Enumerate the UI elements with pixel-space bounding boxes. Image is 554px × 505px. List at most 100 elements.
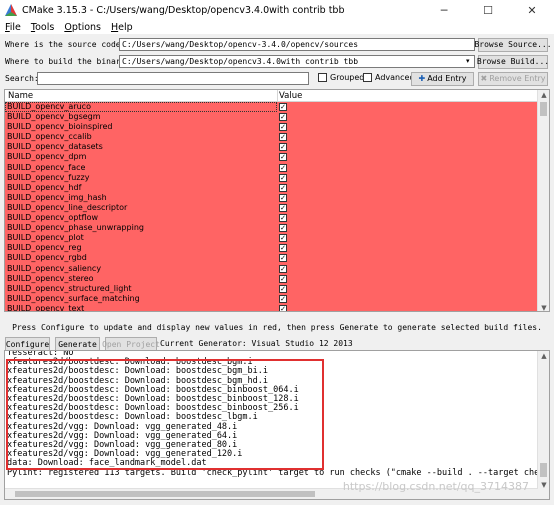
table-row[interactable]: BUILD_opencv_phase_unwrapping ✓ <box>5 223 538 233</box>
browse-source-button[interactable]: Browse Source... <box>474 37 552 52</box>
entry-value-checkbox[interactable]: ✓ <box>279 274 287 283</box>
table-row[interactable]: BUILD_opencv_ccalib ✓ <box>5 132 538 142</box>
entry-name: BUILD_opencv_structured_light <box>7 283 132 293</box>
entry-value-checkbox[interactable]: ✓ <box>279 183 287 192</box>
minimize-button[interactable]: ─ <box>422 0 466 20</box>
entry-name: BUILD_opencv_rgbd <box>7 253 87 263</box>
advanced-option[interactable]: Advanced <box>363 73 415 82</box>
table-row[interactable]: BUILD_opencv_surface_matching ✓ <box>5 294 538 304</box>
output-line: Pylint: registered 113 targets. Build 'c… <box>7 467 545 478</box>
table-row[interactable]: BUILD_opencv_img_hash ✓ <box>5 193 538 203</box>
table-row[interactable]: BUILD_opencv_saliency ✓ <box>5 264 538 274</box>
entry-value-checkbox[interactable]: ✓ <box>279 113 287 122</box>
grouped-checkbox[interactable] <box>318 73 327 82</box>
scroll-up-icon[interactable]: ▲ <box>538 351 549 361</box>
entry-value-checkbox[interactable]: ✓ <box>279 224 287 233</box>
table-vertical-scrollbar[interactable]: ▲ ▼ <box>537 90 549 311</box>
build-path-input[interactable]: C:/Users/wang/Desktop/opencv3.4.0with co… <box>119 55 475 68</box>
output-log[interactable]: Tesseract: NO xfeatures2d/boostdesc: Down… <box>4 350 550 500</box>
column-divider[interactable] <box>277 90 278 102</box>
advanced-checkbox[interactable] <box>363 73 372 82</box>
menu-bar: File Tools Options Help <box>0 20 554 34</box>
entry-name: BUILD_opencv_phase_unwrapping <box>7 223 144 233</box>
entry-name: BUILD_opencv_saliency <box>7 263 102 273</box>
search-label: Search: <box>5 74 39 83</box>
menu-help[interactable]: Help <box>106 22 138 33</box>
table-row[interactable]: BUILD_opencv_bioinspired ✓ <box>5 122 538 132</box>
column-name-header[interactable]: Name <box>8 91 33 101</box>
cache-table[interactable]: Name Value BUILD_opencv_aruco ✓ BUILD_open… <box>4 89 550 312</box>
table-row[interactable]: BUILD_opencv_reg ✓ <box>5 243 538 253</box>
highlight-box <box>6 359 324 470</box>
entry-value-checkbox[interactable]: ✓ <box>279 234 287 243</box>
entry-name: BUILD_opencv_surface_matching <box>7 293 140 303</box>
grouped-option[interactable]: Grouped <box>318 73 364 82</box>
configure-hint: Press Configure to update and display ne… <box>12 323 542 332</box>
scrollbar-thumb[interactable] <box>540 102 547 116</box>
entry-value-checkbox[interactable]: ✓ <box>279 203 287 212</box>
entry-value-checkbox[interactable]: ✓ <box>279 123 287 132</box>
remove-entry-button[interactable]: ✖ Remove Entry <box>478 71 548 86</box>
entry-value-checkbox[interactable]: ✓ <box>279 254 287 263</box>
entry-value-checkbox[interactable]: ✓ <box>279 304 287 311</box>
entry-name: BUILD_opencv_aruco <box>7 102 91 111</box>
maximize-button[interactable]: ☐ <box>466 0 510 20</box>
scroll-up-icon[interactable]: ▲ <box>538 90 549 100</box>
entry-value-checkbox[interactable]: ✓ <box>279 153 287 162</box>
table-row[interactable]: BUILD_opencv_datasets ✓ <box>5 142 538 152</box>
open-project-button[interactable]: Open Project <box>102 337 160 351</box>
table-row[interactable]: BUILD_opencv_structured_light ✓ <box>5 284 538 294</box>
table-row[interactable]: BUILD_opencv_aruco ✓ <box>5 102 538 112</box>
entry-name: BUILD_opencv_ccalib <box>7 132 92 142</box>
configure-button[interactable]: Configure <box>5 337 50 351</box>
source-path-input[interactable]: C:/Users/wang/Desktop/opencv-3.4.0/openc… <box>119 38 475 51</box>
close-button[interactable]: ✕ <box>510 0 554 20</box>
entry-value-checkbox[interactable]: ✓ <box>279 143 287 152</box>
menu-file[interactable]: File <box>0 22 26 33</box>
scrollbar-thumb[interactable] <box>540 463 547 477</box>
table-row[interactable]: BUILD_opencv_face ✓ <box>5 163 538 173</box>
entry-value-checkbox[interactable]: ✓ <box>279 193 287 202</box>
window-title: CMake 3.15.3 - C:/Users/wang/Desktop/ope… <box>22 4 345 16</box>
table-row[interactable]: BUILD_opencv_stereo ✓ <box>5 274 538 284</box>
table-row[interactable]: BUILD_opencv_dpm ✓ <box>5 152 538 162</box>
menu-options[interactable]: Options <box>59 22 106 33</box>
entry-name: BUILD_opencv_hdf <box>7 182 82 192</box>
table-row[interactable]: BUILD_opencv_fuzzy ✓ <box>5 173 538 183</box>
scroll-down-icon[interactable]: ▼ <box>538 480 549 490</box>
output-vertical-scrollbar[interactable]: ▲ ▼ <box>537 351 549 499</box>
entry-value-checkbox[interactable]: ✓ <box>279 284 287 293</box>
column-value-header[interactable]: Value <box>279 91 302 101</box>
entry-name: BUILD_opencv_fuzzy <box>7 172 90 182</box>
table-body: BUILD_opencv_aruco ✓ BUILD_opencv_bgsegm ✓ B… <box>5 102 538 311</box>
table-row[interactable]: BUILD_opencv_plot ✓ <box>5 233 538 243</box>
table-row[interactable]: BUILD_opencv_bgsegm ✓ <box>5 112 538 122</box>
entry-value-checkbox[interactable]: ✓ <box>279 214 287 223</box>
entry-name: BUILD_opencv_datasets <box>7 142 103 152</box>
add-entry-button[interactable]: ✚ Add Entry <box>411 71 474 86</box>
entry-value-checkbox[interactable]: ✓ <box>279 294 287 303</box>
table-row[interactable]: BUILD_opencv_optflow ✓ <box>5 213 538 223</box>
generate-button[interactable]: Generate <box>55 337 100 351</box>
entry-value-checkbox[interactable]: ✓ <box>279 163 287 172</box>
table-row[interactable]: BUILD_opencv_text ✓ <box>5 304 538 311</box>
scroll-down-icon[interactable]: ▼ <box>538 303 549 311</box>
browse-build-button[interactable]: Browse Build... <box>477 54 549 69</box>
entry-name: BUILD_opencv_img_hash <box>7 192 107 202</box>
scrollbar-thumb[interactable] <box>15 491 315 497</box>
entry-value-checkbox[interactable]: ✓ <box>279 133 287 142</box>
search-input[interactable] <box>37 72 309 85</box>
entry-name: BUILD_opencv_bgsegm <box>7 112 101 122</box>
entry-value-checkbox[interactable]: ✓ <box>279 244 287 253</box>
entry-value-checkbox[interactable]: ✓ <box>279 173 287 182</box>
menu-tools[interactable]: Tools <box>26 22 59 33</box>
table-row[interactable]: BUILD_opencv_rgbd ✓ <box>5 253 538 263</box>
grouped-label: Grouped <box>330 73 365 82</box>
entry-value-checkbox[interactable]: ✓ <box>279 264 287 273</box>
table-row[interactable]: BUILD_opencv_line_descriptor ✓ <box>5 203 538 213</box>
table-row[interactable]: BUILD_opencv_hdf ✓ <box>5 183 538 193</box>
entry-value-checkbox[interactable]: ✓ <box>279 103 287 111</box>
chevron-down-icon[interactable]: ▾ <box>466 57 470 65</box>
remove-entry-label: Remove Entry <box>489 74 546 83</box>
search-row: Search: Grouped Advanced ✚ Add Entry ✖ Rem… <box>0 71 554 86</box>
